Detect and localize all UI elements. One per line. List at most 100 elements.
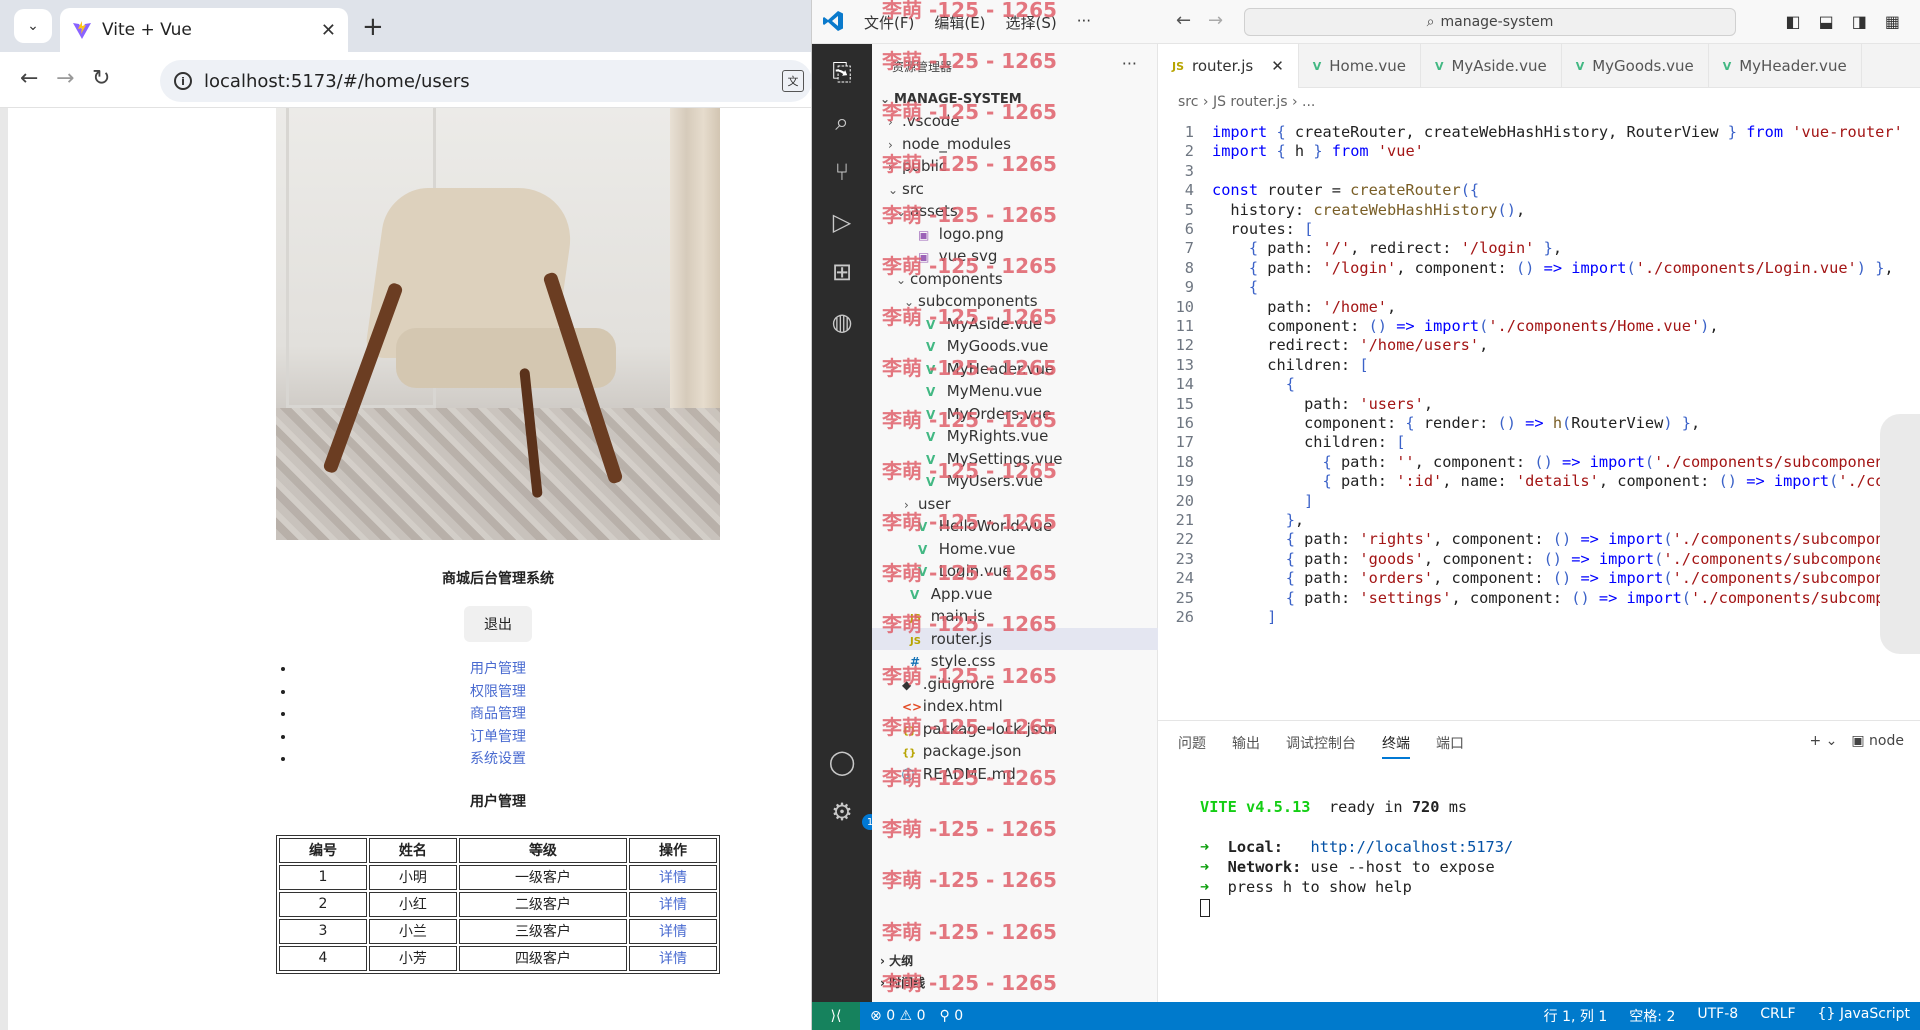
forward-icon[interactable]: →	[56, 66, 74, 91]
details-link[interactable]: 详情	[659, 897, 687, 913]
menu-file[interactable]: 文件(F)	[864, 12, 914, 33]
code-editor[interactable]: 1 import { createRouter, createWebHashHis…	[1158, 120, 1920, 720]
customize-layout-icon[interactable]: ▦	[1885, 12, 1900, 31]
tree-file[interactable]: V HelloWorld.vue	[872, 515, 1158, 537]
indentation[interactable]: 空格: 2	[1629, 1006, 1675, 1026]
tree-file[interactable]: V MyOrders.vue	[872, 403, 1158, 425]
editor-tab[interactable]: V MyAside.vue	[1421, 44, 1562, 88]
local-url-link[interactable]: http://localhost:5173/	[1311, 838, 1514, 856]
ports-status[interactable]: ⚲ 0	[939, 1008, 963, 1024]
tree-file[interactable]: V MyAside.vue	[872, 313, 1158, 335]
source-control-icon[interactable]: ⑂	[828, 158, 856, 186]
new-tab-icon[interactable]: +	[362, 12, 384, 42]
menu-more[interactable]: ···	[1077, 12, 1091, 33]
breadcrumb[interactable]: src › JS router.js › ...	[1178, 94, 1315, 110]
tree-file[interactable]: {} package.json	[872, 740, 1158, 762]
site-info-icon[interactable]: i	[174, 72, 192, 90]
tree-folder[interactable]: ⌄ components	[872, 268, 1158, 290]
tab-search-button[interactable]: ⌄	[14, 9, 52, 43]
menu-selection[interactable]: 选择(S)	[1006, 12, 1057, 33]
tree-file[interactable]: V MySettings.vue	[872, 448, 1158, 470]
tree-file[interactable]: # style.css	[872, 650, 1158, 672]
reload-icon[interactable]: ↻	[92, 66, 110, 91]
tree-file[interactable]: JS router.js	[872, 627, 1158, 650]
tree-file[interactable]: V App.vue	[872, 583, 1158, 605]
translate-icon[interactable]: 文	[782, 70, 804, 92]
menu-link-rights[interactable]: 权限管理	[276, 681, 720, 704]
browser-tab[interactable]: Vite + Vue ✕	[60, 8, 348, 52]
details-link[interactable]: 详情	[659, 951, 687, 967]
menu-link-goods[interactable]: 商品管理	[276, 703, 720, 726]
timeline-section[interactable]: › 时间线	[872, 972, 1158, 994]
tree-file[interactable]: V MyRights.vue	[872, 425, 1158, 447]
new-terminal-icon[interactable]: + ⌄	[1809, 733, 1837, 749]
menu-link-users[interactable]: 用户管理	[276, 658, 720, 681]
account-icon[interactable]: ◯	[828, 748, 856, 776]
search-icon[interactable]: ⌕	[828, 108, 856, 136]
menu-link-settings[interactable]: 系统设置	[276, 748, 720, 771]
close-tab-icon[interactable]: ✕	[1271, 57, 1284, 75]
tree-folder[interactable]: ⌄ src	[872, 178, 1158, 200]
toggle-secondary-sidebar-icon[interactable]: ◨	[1852, 12, 1867, 31]
tree-folder[interactable]: › public	[872, 155, 1158, 177]
tree-file[interactable]: V MyHeader.vue	[872, 358, 1158, 380]
toggle-sidebar-icon[interactable]: ◧	[1786, 12, 1801, 31]
more-actions-icon[interactable]: ···	[1122, 54, 1137, 73]
command-center-search[interactable]: ⌕ manage-system	[1244, 8, 1736, 36]
tab-terminal[interactable]: 终端	[1382, 733, 1410, 759]
tree-file[interactable]: ◆ .gitignore	[872, 673, 1158, 695]
tree-file[interactable]: {} package-lock.json	[872, 718, 1158, 740]
tree-folder[interactable]: › .vscode	[872, 110, 1158, 132]
outline-section[interactable]: › 大纲	[872, 950, 1158, 972]
tree-folder[interactable]: › user	[872, 493, 1158, 515]
edge-devtools-icon[interactable]: ◍	[828, 308, 856, 336]
language-mode[interactable]: {} JavaScript	[1818, 1006, 1910, 1026]
tree-file[interactable]: ▣ vue.svg	[872, 245, 1158, 267]
editor-tab[interactable]: V MyGoods.vue	[1562, 44, 1709, 88]
tree-file[interactable]: <> index.html	[872, 695, 1158, 717]
tree-file[interactable]: V MyGoods.vue	[872, 335, 1158, 357]
project-root[interactable]: ⌄ MANAGE-SYSTEM	[872, 88, 1158, 110]
tree-file[interactable]: JS main.js	[872, 605, 1158, 627]
panel-actions: + ⌄ ▣ node	[1809, 733, 1904, 749]
problems-status[interactable]: ⊗ 0 ⚠ 0	[870, 1008, 925, 1024]
remote-icon[interactable]: ⟩⟨	[812, 1002, 860, 1030]
cursor-position[interactable]: 行 1, 列 1	[1544, 1006, 1608, 1026]
tree-file[interactable]: V MyUsers.vue	[872, 470, 1158, 492]
menu-edit[interactable]: 编辑(E)	[934, 12, 985, 33]
url-input[interactable]: i localhost:5173/#/home/users 文	[160, 60, 811, 102]
table-row: 1 小明 一级客户 详情	[279, 864, 717, 890]
editor-tab[interactable]: V MyHeader.vue	[1709, 44, 1862, 88]
tree-folder[interactable]: ⌄ assets	[872, 200, 1158, 222]
back-icon[interactable]: ←	[1176, 10, 1191, 31]
tab-debug-console[interactable]: 调试控制台	[1286, 733, 1356, 759]
forward-icon[interactable]: →	[1208, 10, 1223, 31]
toggle-panel-icon[interactable]: ⬓	[1819, 12, 1834, 31]
editor-tab[interactable]: V Home.vue	[1299, 44, 1421, 88]
tree-file[interactable]: V Login.vue	[872, 560, 1158, 582]
run-debug-icon[interactable]: ▷	[828, 208, 856, 236]
encoding[interactable]: UTF-8	[1697, 1006, 1738, 1026]
menu-link-orders[interactable]: 订单管理	[276, 726, 720, 749]
tree-file[interactable]: ▣ logo.png	[872, 223, 1158, 245]
tree-folder[interactable]: › node_modules	[872, 133, 1158, 155]
close-tab-icon[interactable]: ✕	[321, 20, 336, 41]
details-link[interactable]: 详情	[659, 924, 687, 940]
logout-button[interactable]: 退出	[464, 606, 532, 642]
tab-output[interactable]: 输出	[1232, 733, 1260, 759]
explorer-icon[interactable]: ⎘	[828, 58, 856, 86]
details-link[interactable]: 详情	[659, 870, 687, 886]
extensions-icon[interactable]: ⊞	[828, 258, 856, 286]
line-ending[interactable]: CRLF	[1760, 1006, 1795, 1026]
back-icon[interactable]: ←	[20, 66, 38, 91]
tab-ports[interactable]: 端口	[1436, 733, 1464, 759]
tree-file[interactable]: ⓘ README.md	[872, 763, 1158, 785]
tree-folder[interactable]: ⌄ subcomponents	[872, 290, 1158, 312]
terminal-shell-label[interactable]: ▣ node	[1851, 733, 1904, 749]
tab-problems[interactable]: 问题	[1178, 733, 1206, 759]
editor-tab[interactable]: JS router.js ✕	[1158, 44, 1299, 88]
tree-file[interactable]: V MyMenu.vue	[872, 380, 1158, 402]
settings-gear-icon[interactable]: ⚙ 1	[828, 798, 878, 830]
terminal-output[interactable]: VITE v4.5.13 ready in 720 ms ➜ Local: ht…	[1200, 797, 1513, 917]
tree-file[interactable]: V Home.vue	[872, 538, 1158, 560]
